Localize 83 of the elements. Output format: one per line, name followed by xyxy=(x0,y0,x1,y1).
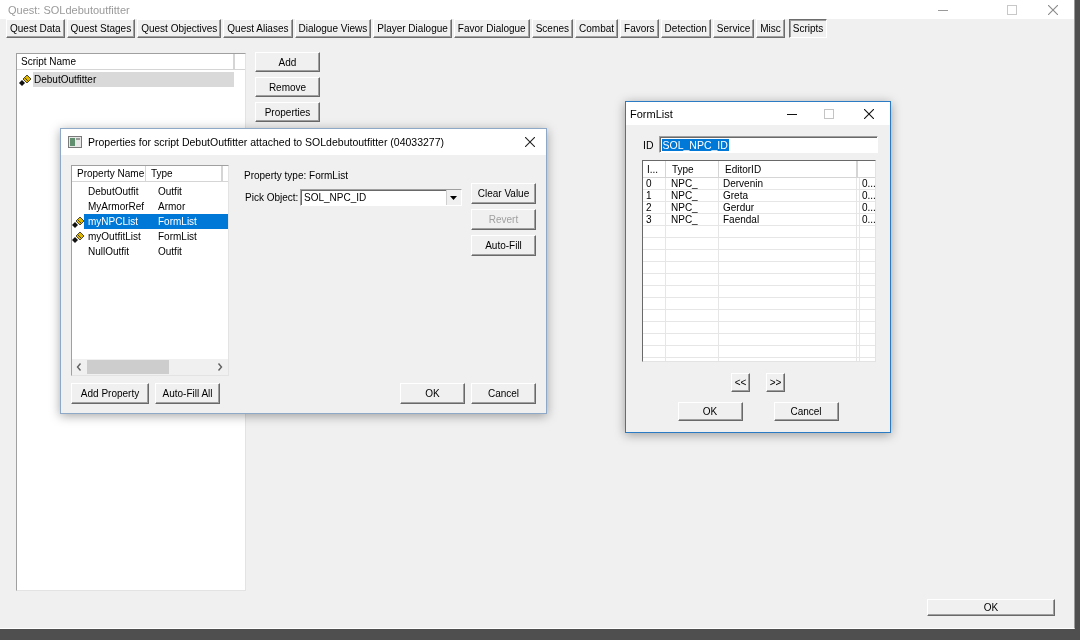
editor-id-cell-text: Faendal xyxy=(722,214,761,226)
type-cell-text: NPC_ xyxy=(670,178,699,190)
table-cell-text: 0... xyxy=(861,214,875,226)
tab[interactable]: Service xyxy=(712,19,755,38)
property-row[interactable]: DebutOutfit Outfit xyxy=(84,184,228,199)
property-row[interactable]: MyArmorRef Armor xyxy=(84,199,228,214)
index-cell-text: 2 xyxy=(645,202,653,214)
close-icon[interactable] xyxy=(525,137,535,147)
column-header[interactable]: Type xyxy=(146,166,222,182)
column-header[interactable]: Script Name xyxy=(17,54,234,70)
tab[interactable]: Quest Aliases xyxy=(223,19,293,38)
dialog-title: Properties for script DebutOutfitter attached to SOLdebutoutfitter (04033277) xyxy=(88,136,446,148)
horizontal-scrollbar[interactable] xyxy=(72,359,228,375)
type-cell-text: NPC_ xyxy=(670,202,699,214)
pick-object-dropdown[interactable]: SOL_NPC_ID xyxy=(300,189,462,206)
property-type: FormList xyxy=(158,231,198,242)
tab[interactable]: Favor Dialogue xyxy=(453,19,530,38)
table-cell-text: 0... xyxy=(861,202,875,214)
tab[interactable]: Dialogue Views xyxy=(294,19,372,38)
window-title: Quest: SOLdebutoutfitter xyxy=(8,3,130,16)
column-header[interactable]: Type xyxy=(666,161,719,178)
caret-down-icon[interactable] xyxy=(446,190,461,205)
tab[interactable]: Combat xyxy=(575,19,619,38)
dialog-button[interactable]: OK xyxy=(400,383,465,404)
maximize-icon[interactable] xyxy=(824,108,834,119)
property-name: DebutOutfit xyxy=(87,186,140,197)
table-cell-text: 0... xyxy=(861,178,875,190)
property-row[interactable]: myNPCList FormList xyxy=(84,214,228,229)
id-label: ID xyxy=(643,138,654,151)
type-cell-text: NPC_ xyxy=(670,190,699,202)
property-type: FormList xyxy=(158,216,198,227)
script-button[interactable]: Properties xyxy=(255,102,320,122)
close-icon[interactable] xyxy=(864,108,874,119)
dialog-title: FormList xyxy=(630,107,674,120)
property-name: myOutfitList xyxy=(87,231,142,242)
maximize-icon[interactable] xyxy=(1007,4,1017,15)
id-field[interactable]: SOL_NPC_ID xyxy=(658,136,878,153)
ok-button[interactable]: OK xyxy=(927,599,1055,616)
tab[interactable]: Quest Data xyxy=(6,19,65,38)
dialog-button[interactable]: Auto-Fill xyxy=(471,235,536,256)
dialog-button[interactable]: OK xyxy=(677,402,743,421)
dialog-button[interactable]: Clear Value xyxy=(471,183,536,204)
tab[interactable]: Scenes xyxy=(531,19,574,38)
nav-button[interactable]: >> xyxy=(766,373,785,392)
script-button[interactable]: Remove xyxy=(255,77,320,97)
dialog-button[interactable]: Cancel xyxy=(471,383,536,404)
property-type: Armor xyxy=(158,201,187,212)
script-row[interactable]: DebutOutfitter xyxy=(33,72,234,87)
tab[interactable]: Detection xyxy=(660,19,711,38)
tab[interactable]: Quest Objectives xyxy=(137,19,222,38)
dropdown-value: SOL_NPC_ID xyxy=(304,192,367,203)
table-cell-text: 0... xyxy=(861,190,875,202)
property-type-label: Property type: FormList xyxy=(244,170,348,181)
editor-id-cell-text: Dervenin xyxy=(722,178,765,190)
index-cell-text: 0 xyxy=(645,178,653,190)
property-row[interactable]: myOutfitList FormList xyxy=(84,229,228,244)
tab[interactable]: Favors xyxy=(620,19,659,38)
tool-icon xyxy=(18,73,32,86)
property-name: NullOutfit xyxy=(87,246,131,257)
property-row[interactable]: NullOutfit Outfit xyxy=(84,244,228,259)
tab[interactable]: Misc xyxy=(756,19,785,38)
property-name: myNPCList xyxy=(87,216,139,227)
dialog-button[interactable]: Add Property xyxy=(71,383,149,404)
tab[interactable]: Scripts xyxy=(788,19,828,38)
dialog-button[interactable]: Cancel xyxy=(773,402,839,421)
pick-object-label: Pick Object: xyxy=(244,192,300,203)
dialog-button[interactable]: Auto-Fill All xyxy=(155,383,220,404)
property-type: Outfit xyxy=(158,186,183,197)
tab[interactable]: Player Dialogue xyxy=(373,19,452,38)
editor-id-cell-text: Gerdur xyxy=(722,202,756,214)
index-cell-text: 1 xyxy=(645,190,653,202)
tab[interactable]: Quest Stages xyxy=(66,19,136,38)
type-cell-text: NPC_ xyxy=(670,214,699,226)
property-name: MyArmorRef xyxy=(87,201,146,212)
index-cell-text: 3 xyxy=(645,214,653,226)
nav-button[interactable]: << xyxy=(731,373,750,392)
column-header[interactable]: Property Name xyxy=(72,166,146,182)
editor-id-cell-text: Greta xyxy=(722,190,749,202)
column-header[interactable]: I... xyxy=(643,161,666,178)
column-header[interactable]: EditorID xyxy=(719,161,857,178)
script-button[interactable]: Add xyxy=(255,52,320,72)
window-icon xyxy=(68,136,82,148)
property-type: Outfit xyxy=(158,246,183,257)
